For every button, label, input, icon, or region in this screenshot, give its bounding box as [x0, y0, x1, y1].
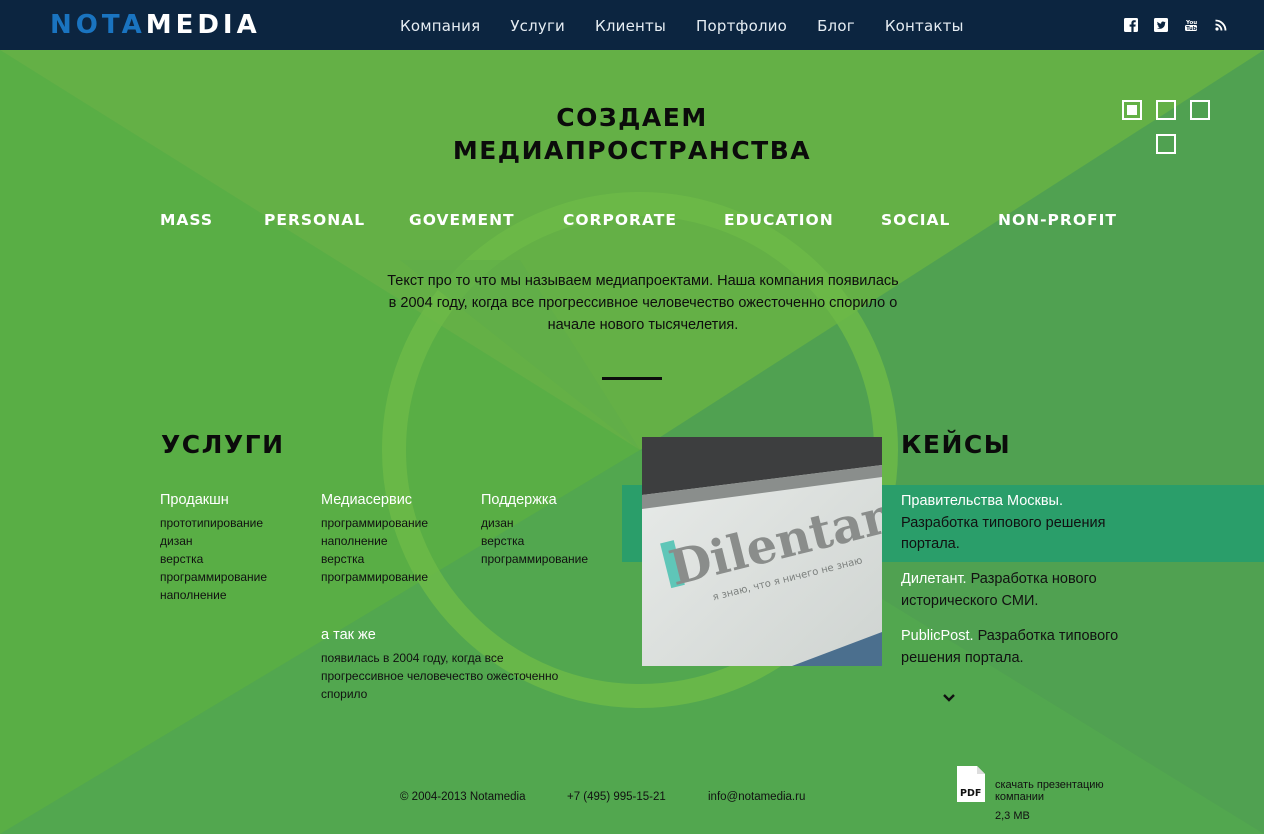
- service-column-production: Продакшн прототипирование дизан верстка …: [160, 492, 267, 604]
- twitter-icon[interactable]: [1154, 18, 1168, 32]
- case-name: PublicPost.: [901, 628, 974, 644]
- pdf-label-line-1: скачать презентацию: [995, 779, 1104, 791]
- service-item[interactable]: наполнение: [321, 532, 428, 550]
- category-education[interactable]: EDUCATION: [724, 211, 881, 229]
- cases-title: КЕЙСЫ: [901, 430, 1012, 459]
- service-item[interactable]: дизан: [160, 532, 267, 550]
- slider-dot-1[interactable]: [1122, 100, 1142, 120]
- service-item[interactable]: верстка: [321, 550, 428, 568]
- pdf-download-label[interactable]: скачать презентацию компании: [995, 779, 1135, 803]
- footer-phone[interactable]: +7 (495) 995-15-21: [567, 791, 666, 803]
- rss-icon[interactable]: [1214, 18, 1228, 32]
- service-item[interactable]: наполнение: [160, 586, 267, 604]
- hero-title: СОЗДАЕМ МЕДИАПРОСТРАНСТВА: [0, 101, 1264, 167]
- service-item[interactable]: программирование: [481, 550, 588, 568]
- category-non-profit[interactable]: NON-PROFIT: [998, 211, 1117, 229]
- service-item[interactable]: программирование: [321, 514, 428, 532]
- service-also-heading: а так же: [321, 627, 376, 643]
- nav-blog[interactable]: Блог: [817, 17, 855, 35]
- nav-services[interactable]: Услуги: [510, 17, 565, 35]
- intro-text: Текст про то что мы называем медиапроект…: [370, 270, 916, 336]
- service-also-line: спорило: [321, 687, 368, 701]
- service-heading-production[interactable]: Продакшн: [160, 492, 267, 508]
- category-tabs: MASS PERSONAL GOVEMENT CORPORATE EDUCATI…: [160, 211, 1117, 229]
- slider-dot-2[interactable]: [1156, 100, 1176, 120]
- service-item[interactable]: верстка: [160, 550, 267, 568]
- main-nav: Компания Услуги Клиенты Портфолио Блог К…: [400, 17, 994, 35]
- intro-line-2: в 2004 году, когда все прогрессивное чел…: [388, 295, 898, 311]
- pdf-label-line-2: компании: [995, 791, 1045, 803]
- footer-email[interactable]: info@notamedia.ru: [708, 791, 805, 803]
- service-heading-support[interactable]: Поддержка: [481, 492, 588, 508]
- case-item-diletant[interactable]: Дилетант. Разработка нового историческог…: [901, 569, 1141, 612]
- category-govement[interactable]: GOVEMENT: [409, 211, 563, 229]
- nav-clients[interactable]: Клиенты: [595, 17, 666, 35]
- social-links: YouTube: [1124, 18, 1228, 32]
- section-divider: [602, 377, 662, 380]
- service-also: а так же появилась в 2004 году, когда вс…: [321, 627, 581, 703]
- footer-copyright: © 2004-2013 Notamedia: [400, 791, 526, 803]
- intro-line-1: Текст про то что мы называем медиапроект…: [387, 273, 899, 289]
- facebook-icon[interactable]: [1124, 18, 1138, 32]
- logo-part-nota: NOTA: [50, 10, 146, 40]
- nav-portfolio[interactable]: Портфолио: [696, 17, 787, 35]
- slider-dot-3[interactable]: [1190, 100, 1210, 120]
- pdf-file-size: 2,3 MB: [995, 810, 1030, 822]
- service-item[interactable]: прототипирование: [160, 514, 267, 532]
- pdf-file-icon[interactable]: PDF: [956, 765, 986, 803]
- case-name: Правительства Москвы.: [901, 493, 1064, 509]
- case-preview-image[interactable]: Dilentant я знаю, что я ничего не знаю: [642, 437, 882, 666]
- case-name: Дилетант.: [901, 571, 967, 587]
- case-item-moscow[interactable]: Правительства Москвы. Разработка типовог…: [901, 491, 1141, 556]
- service-also-line: прогрессивное человечество ожесточенно: [321, 669, 559, 683]
- service-item[interactable]: программирование: [321, 568, 428, 586]
- nav-contacts[interactable]: Контакты: [885, 17, 964, 35]
- service-column-mediaservice: Медиасервис программирование наполнение …: [321, 492, 428, 586]
- service-item[interactable]: верстка: [481, 532, 588, 550]
- case-description: Разработка типового решения портала.: [901, 514, 1106, 553]
- hero-title-line-1: СОЗДАЕМ: [556, 103, 708, 132]
- site-logo[interactable]: NOTAMEDIA: [50, 11, 261, 39]
- hero-title-line-2: МЕДИАПРОСТРАНСТВА: [452, 136, 812, 165]
- service-heading-mediaservice[interactable]: Медиасервис: [321, 492, 428, 508]
- category-corporate[interactable]: CORPORATE: [563, 211, 724, 229]
- nav-company[interactable]: Компания: [400, 17, 480, 35]
- pdf-badge-text: PDF: [960, 788, 981, 799]
- top-navigation-bar: NOTAMEDIA Компания Услуги Клиенты Портфо…: [0, 0, 1264, 50]
- services-title: УСЛУГИ: [161, 430, 285, 459]
- logo-part-media: MEDIA: [145, 10, 261, 40]
- slider-dot-4[interactable]: [1156, 134, 1176, 154]
- service-column-support: Поддержка дизан верстка программирование: [481, 492, 588, 568]
- svg-text:Tube: Tube: [1186, 26, 1198, 32]
- intro-line-3: начале нового тысячелетия.: [547, 317, 739, 333]
- service-item[interactable]: программирование: [160, 568, 267, 586]
- case-item-publicpost[interactable]: PublicPost. Разработка типового решения …: [901, 626, 1141, 669]
- youtube-icon[interactable]: YouTube: [1184, 18, 1198, 32]
- case-preview-illustration: Dilentant я знаю, что я ничего не знаю: [642, 437, 882, 666]
- service-item[interactable]: дизан: [481, 514, 588, 532]
- category-social[interactable]: SOCIAL: [881, 211, 998, 229]
- service-also-line: появилась в 2004 году, когда все: [321, 651, 504, 665]
- category-mass[interactable]: MASS: [160, 211, 264, 229]
- category-personal[interactable]: PERSONAL: [264, 211, 409, 229]
- chevron-down-icon[interactable]: [942, 692, 956, 704]
